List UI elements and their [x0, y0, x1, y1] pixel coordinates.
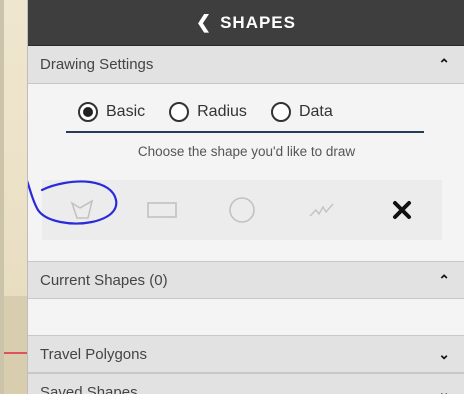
travel-polygons-label: Travel Polygons [40, 345, 147, 363]
chevron-down-icon[interactable]: ⌄ [438, 384, 450, 394]
chevron-left-icon[interactable]: ❮ [196, 12, 212, 33]
freehand-line-icon [309, 203, 334, 217]
drawing-settings-label: Drawing Settings [40, 56, 154, 73]
clear-shape-button[interactable] [377, 190, 427, 230]
panel-header[interactable]: ❮ SHAPES [28, 0, 464, 46]
radio-data-label: Data [298, 103, 333, 120]
radio-data[interactable]: Data [270, 102, 333, 122]
chevron-down-icon[interactable]: ⌄ [438, 346, 450, 363]
current-shapes-body [28, 299, 464, 335]
shapes-panel: ❮ SHAPES Drawing Settings ⌃ Basic Radius… [27, 0, 464, 394]
radio-radius-label: Radius [197, 103, 247, 120]
radio-basic-indicator[interactable] [78, 102, 98, 122]
drawing-settings-body: Basic Radius Data Choose the shape you'd… [28, 84, 464, 261]
clear-x-icon [393, 201, 411, 219]
panel-title: SHAPES [220, 12, 296, 32]
circle-icon [229, 197, 255, 223]
map-land-lower [0, 296, 27, 394]
current-shapes-header[interactable]: Current Shapes (0) ⌃ [28, 261, 464, 299]
rectangle-tool-button[interactable] [137, 190, 187, 230]
drawing-settings-header[interactable]: Drawing Settings ⌃ [28, 46, 464, 84]
chevron-up-icon[interactable]: ⌃ [438, 56, 450, 73]
radio-basic[interactable]: Basic [78, 102, 145, 122]
rectangle-icon [147, 202, 177, 218]
radio-radius[interactable]: Radius [169, 102, 247, 122]
travel-polygons-header[interactable]: Travel Polygons ⌄ [28, 335, 464, 373]
circle-tool-button[interactable] [217, 190, 267, 230]
hand-drawn-annotation [28, 180, 118, 225]
chevron-up-icon[interactable]: ⌃ [438, 272, 450, 289]
map-land [0, 0, 27, 296]
radio-basic-label: Basic [106, 103, 146, 120]
divider [66, 131, 424, 133]
shape-hint: Choose the shape you'd like to draw [137, 144, 356, 159]
mode-radio-group: Basic Radius Data [78, 102, 333, 122]
saved-shapes-header[interactable]: Saved Shapes ⌄ [28, 373, 464, 394]
freehand-tool-button[interactable] [297, 190, 347, 230]
radio-radius-indicator[interactable] [169, 102, 190, 122]
radio-data-indicator[interactable] [270, 102, 291, 122]
map-road [0, 352, 27, 354]
map-border [0, 0, 4, 394]
current-shapes-label: Current Shapes (0) [40, 271, 168, 289]
map-edge [0, 0, 27, 394]
saved-shapes-label: Saved Shapes [40, 383, 138, 394]
